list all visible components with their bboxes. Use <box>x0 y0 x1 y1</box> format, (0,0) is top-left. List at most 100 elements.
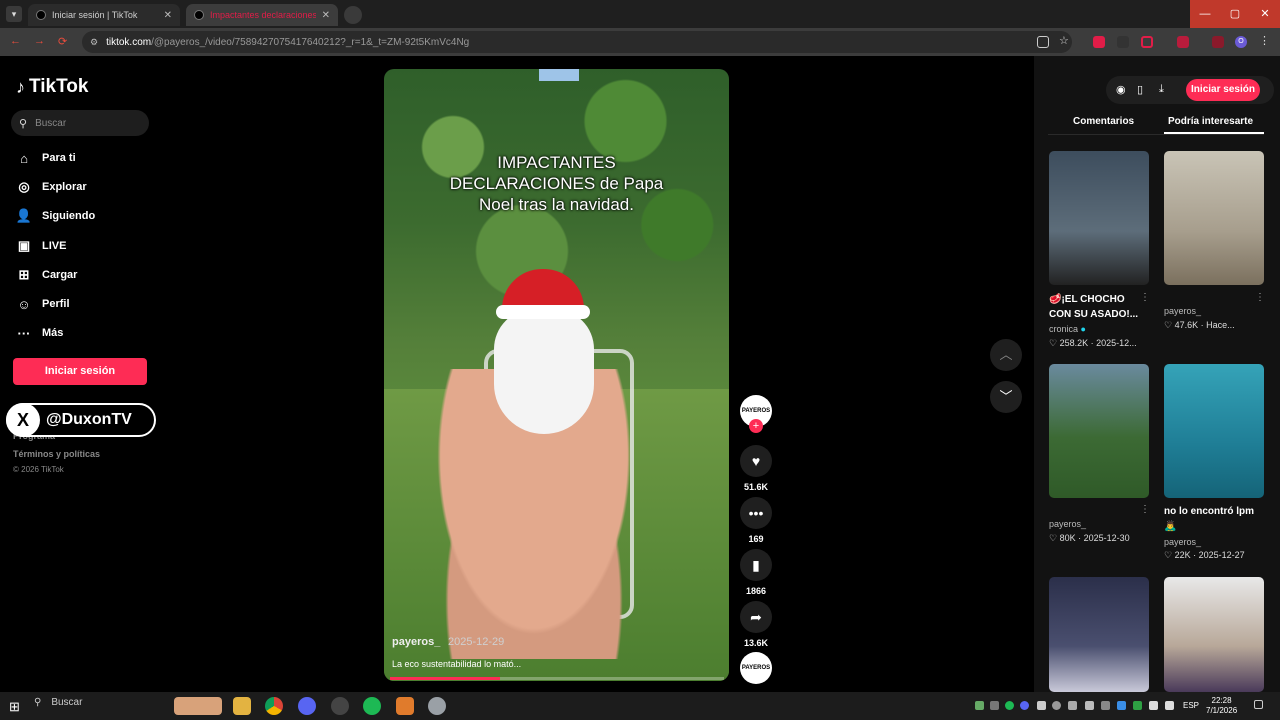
widgets-icon[interactable] <box>174 697 222 715</box>
forward-arrow-icon[interactable]: → <box>34 35 45 47</box>
spotify-icon[interactable] <box>363 697 381 715</box>
tray-icon[interactable] <box>1068 701 1077 710</box>
bookmark-star-icon[interactable]: ☆ <box>1059 34 1071 47</box>
sidebar-item-live[interactable]: ▣ LIVE <box>14 235 67 257</box>
extension-icon[interactable] <box>1212 36 1224 48</box>
app-icon[interactable] <box>428 697 446 715</box>
more-options-icon[interactable]: ⋮ <box>1140 292 1150 303</box>
music-disc[interactable]: PAYEROS <box>740 652 772 684</box>
maximize-window-button[interactable]: ▢ <box>1220 0 1250 28</box>
new-tab-button[interactable] <box>344 6 362 24</box>
browser-tab-active[interactable]: Impactantes declaraciones d... ✕ <box>186 4 338 26</box>
language-indicator[interactable]: ESP <box>1183 701 1199 710</box>
card-author[interactable]: payeros_ <box>1049 519 1086 529</box>
tiktok-logo[interactable]: ♪ TikTok <box>16 76 88 98</box>
get-app-icon[interactable]: ▯ <box>1137 83 1143 96</box>
next-video-button[interactable]: ﹀ <box>990 381 1022 413</box>
tiktok-note-icon: ♪ <box>16 76 25 97</box>
tab-podria-interesarte[interactable]: Podría interesarte <box>1168 116 1253 127</box>
more-options-icon[interactable]: ⋮ <box>1140 504 1150 515</box>
video-thumbnail[interactable] <box>1164 151 1264 285</box>
video-author[interactable]: payeros_ <box>392 636 440 648</box>
tab-search-icon[interactable]: ▾ <box>6 6 22 22</box>
video-frame-beard <box>494 309 594 434</box>
more-options-icon[interactable]: ⋮ <box>1255 292 1265 303</box>
spotify-tray-icon[interactable] <box>1005 701 1014 710</box>
upload-icon: ⊞ <box>18 267 30 282</box>
browser-menu-icon[interactable]: ⋮ <box>1259 34 1271 47</box>
browser-tab[interactable]: Iniciar sesión | TikTok ✕ <box>28 4 180 26</box>
notifications-icon[interactable] <box>1254 700 1263 709</box>
download-icon[interactable]: ⤓ <box>1159 83 1164 96</box>
video-thumbnail[interactable] <box>1164 577 1264 692</box>
tray-icon[interactable] <box>990 701 999 710</box>
card-title[interactable]: no lo encontró lpm 🙇‍♂️ <box>1164 504 1260 534</box>
card-author[interactable]: payeros_ <box>1164 537 1201 547</box>
site-info-icon[interactable]: ⚙ <box>90 37 98 48</box>
extension-icon[interactable] <box>1093 36 1105 48</box>
sidebar-item-siguiendo[interactable]: 👤 Siguiendo <box>14 205 95 227</box>
follow-plus-icon[interactable]: + <box>749 419 763 433</box>
card-author[interactable]: payeros_ <box>1164 306 1201 316</box>
reload-icon[interactable]: ⟳ <box>58 35 67 48</box>
volume-icon[interactable] <box>1165 701 1174 710</box>
login-button[interactable]: Iniciar sesión <box>13 358 147 385</box>
tray-icon[interactable] <box>1117 701 1126 710</box>
tray-icon[interactable] <box>1133 701 1142 710</box>
save-button[interactable]: ▮ <box>740 549 772 581</box>
sidebar-item-explorar[interactable]: ◎ Explorar <box>14 176 86 198</box>
microphone-icon[interactable] <box>1037 701 1046 710</box>
system-clock[interactable]: 22:28 7/1/2026 <box>1206 696 1237 716</box>
tray-icon[interactable] <box>1085 701 1094 710</box>
close-window-button[interactable]: ✕ <box>1250 0 1280 28</box>
tray-icon[interactable] <box>975 701 984 710</box>
search-icon: ⚲ <box>19 117 28 130</box>
video-thumbnail[interactable] <box>1164 364 1264 498</box>
comment-button[interactable]: ••• <box>740 497 772 529</box>
discord-tray-icon[interactable] <box>1020 701 1029 710</box>
share-button[interactable]: ➦ <box>740 601 772 633</box>
video-progress-bar[interactable] <box>390 677 724 680</box>
header-login-button[interactable]: Iniciar sesión <box>1186 79 1260 101</box>
home-icon: ⌂ <box>20 150 28 166</box>
profile-avatar[interactable]: O <box>1235 36 1247 48</box>
card-author[interactable]: cronica ● <box>1049 324 1086 334</box>
like-button[interactable]: ♥ <box>740 445 772 477</box>
minimize-window-button[interactable]: — <box>1190 0 1220 28</box>
back-arrow-icon[interactable]: ← <box>10 35 21 47</box>
footer-link-terminos[interactable]: Términos y políticas <box>13 449 100 459</box>
taskbar-search[interactable]: ⚲ Buscar <box>34 697 82 708</box>
sidebar-item-cargar[interactable]: ⊞ Cargar <box>14 264 78 286</box>
video-player[interactable]: IMPACTANTES DECLARACIONES de Papa Noel t… <box>384 69 729 681</box>
extension-icon[interactable] <box>1141 36 1153 48</box>
close-tab-icon[interactable]: ✕ <box>322 10 330 21</box>
tray-icon[interactable] <box>1101 701 1110 710</box>
tab-comentarios[interactable]: Comentarios <box>1073 116 1134 127</box>
tabs-divider <box>1048 134 1264 135</box>
app-icon[interactable] <box>396 697 414 715</box>
sidebar-item-para-ti[interactable]: ⌂ Para ti <box>14 147 76 169</box>
previous-video-button[interactable]: ︿ <box>990 339 1022 371</box>
extension-icon[interactable] <box>1117 36 1129 48</box>
windows-start-icon[interactable]: ⊞ <box>9 699 20 715</box>
coin-icon[interactable]: ◉ <box>1116 83 1126 96</box>
discord-icon[interactable] <box>298 697 316 715</box>
sidebar-item-mas[interactable]: ··· Más <box>14 322 64 344</box>
heart-icon: ♥ <box>751 453 761 469</box>
card-title[interactable]: 🥩¡EL CHOCHO CON SU ASADO!... <box>1049 292 1145 322</box>
wifi-icon[interactable] <box>1149 701 1158 710</box>
tray-icon[interactable] <box>1052 701 1061 710</box>
file-explorer-icon[interactable] <box>233 697 251 715</box>
search-input[interactable]: ⚲ Buscar <box>11 110 149 136</box>
video-thumbnail[interactable] <box>1049 151 1149 285</box>
video-thumbnail[interactable] <box>1049 364 1149 498</box>
address-bar[interactable]: ⚙ tiktok.com/@payeros_/video/75894270754… <box>82 31 1072 53</box>
close-tab-icon[interactable]: ✕ <box>164 10 172 21</box>
video-thumbnail[interactable] <box>1049 577 1149 692</box>
extension-icon[interactable] <box>1177 36 1189 48</box>
chrome-icon[interactable] <box>265 697 283 715</box>
sidebar-item-perfil[interactable]: ☺ Perfil <box>14 293 69 315</box>
video-description[interactable]: La eco sustentabilidad lo mató... <box>392 659 521 669</box>
app-icon[interactable] <box>331 697 349 715</box>
install-app-icon[interactable] <box>1037 36 1049 48</box>
